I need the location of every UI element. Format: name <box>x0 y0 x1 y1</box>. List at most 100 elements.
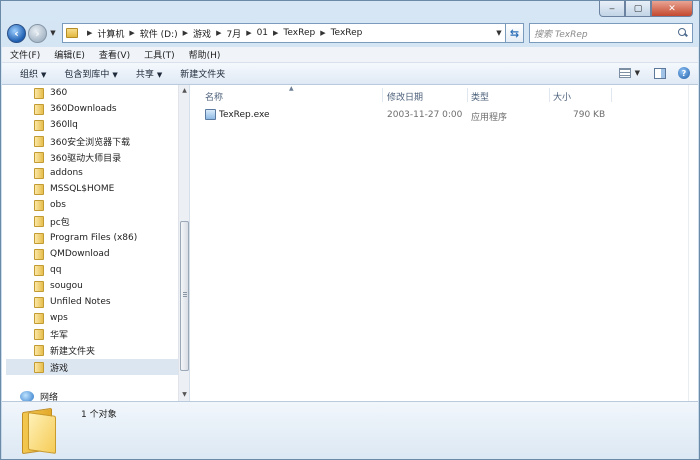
breadcrumb-01[interactable]: 01 <box>257 28 268 38</box>
tree-item-label: sougou <box>50 281 83 291</box>
tree-item-selected[interactable]: 游戏 <box>6 359 178 375</box>
back-button[interactable]: ‹ <box>7 23 26 43</box>
maximize-button[interactable]: ▢ <box>625 1 651 17</box>
menu-tools[interactable]: 工具(T) <box>144 48 175 61</box>
column-divider[interactable] <box>549 88 550 102</box>
recent-pages-dropdown[interactable]: ▼ <box>48 29 58 37</box>
column-header-type[interactable]: 类型 <box>471 90 489 103</box>
tree-item-label: 360Downloads <box>50 104 117 114</box>
refresh-button[interactable]: ⇆ <box>506 23 524 43</box>
chevron-right-icon[interactable]: ▶ <box>87 29 92 37</box>
address-dropdown[interactable]: ▼ <box>493 29 505 37</box>
tree-item-label: Program Files (x86) <box>50 233 138 243</box>
breadcrumb-texrep-current[interactable]: TexRep <box>331 28 363 38</box>
menu-view[interactable]: 查看(V) <box>99 48 130 61</box>
tree-item[interactable]: Unfiled Notes <box>34 294 111 310</box>
tree-item-network[interactable]: 网络 <box>20 388 58 401</box>
tree-item[interactable]: MSSQL$HOME <box>34 181 114 197</box>
scroll-down-icon[interactable]: ▼ <box>180 390 189 400</box>
tree-item[interactable]: obs <box>34 197 66 213</box>
nav-scrollbar[interactable]: ▲ ▼ <box>178 85 189 401</box>
tree-item[interactable]: Program Files (x86) <box>34 230 137 246</box>
tree-item-label: QMDownload <box>50 249 110 259</box>
sort-arrow-icon: ▲ <box>289 85 294 92</box>
tree-item[interactable]: wps <box>34 310 68 326</box>
chevron-right-icon[interactable]: ▶ <box>320 29 325 37</box>
breadcrumb-drive[interactable]: 软件 (D:) <box>140 27 178 40</box>
application-icon <box>205 109 216 120</box>
tree-item[interactable]: qq <box>34 262 61 278</box>
share-button[interactable]: 共享 ▼ <box>136 67 162 80</box>
breadcrumb-computer[interactable]: 计算机 <box>97 27 124 40</box>
tree-item[interactable]: 360 <box>34 85 67 101</box>
breadcrumb-texrep[interactable]: TexRep <box>283 28 315 38</box>
tree-item[interactable]: 360Downloads <box>34 101 117 117</box>
breadcrumb-july[interactable]: 7月 <box>226 27 241 40</box>
folder-icon <box>34 361 44 373</box>
tree-item-label: wps <box>50 313 68 323</box>
column-divider[interactable] <box>467 88 468 102</box>
chevron-down-icon: ▼ <box>156 71 163 79</box>
main-area: 360 360Downloads 360llq 360安全浏览器下载 360驱动… <box>2 85 698 401</box>
menu-help[interactable]: 帮助(H) <box>189 48 221 61</box>
forward-button[interactable]: › <box>28 23 47 43</box>
file-name[interactable]: TexRep.exe <box>219 110 270 120</box>
search-icon[interactable] <box>678 28 688 38</box>
tree-item[interactable]: pc包 <box>34 213 70 229</box>
column-header-name[interactable]: 名称 <box>205 90 223 103</box>
content-scrollbar[interactable] <box>688 85 698 401</box>
include-library-button[interactable]: 包含到库中 ▼ <box>64 67 117 80</box>
breadcrumb-games[interactable]: 游戏 <box>193 27 211 40</box>
folder-icon <box>34 167 44 179</box>
file-type: 应用程序 <box>471 113 508 123</box>
tree-item[interactable]: 360安全浏览器下载 <box>34 133 130 149</box>
chevron-right-icon[interactable]: ▶ <box>216 29 221 37</box>
chevron-right-icon[interactable]: ▶ <box>183 29 188 37</box>
tree-item[interactable]: QMDownload <box>34 246 110 262</box>
menu-file[interactable]: 文件(F) <box>10 48 40 61</box>
tree-item[interactable]: 360驱动大师目录 <box>34 149 121 165</box>
explorer-window: ‒ ▢ ✕ ‹ › ▼ ▶ 计算机 ▶ 软件 (D:) ▶ 游戏 ▶ 7月 ▶ … <box>0 0 700 460</box>
navigation-pane: 360 360Downloads 360llq 360安全浏览器下载 360驱动… <box>2 85 190 401</box>
help-icon[interactable]: ? <box>678 67 690 79</box>
tree-item-label: addons <box>50 168 83 178</box>
column-divider[interactable] <box>382 88 383 102</box>
minimize-button[interactable]: ‒ <box>599 1 625 17</box>
tree-item[interactable]: 华军 <box>34 326 68 342</box>
file-size: 790 KB <box>573 110 606 120</box>
folder-icon <box>34 151 44 163</box>
menu-edit[interactable]: 编辑(E) <box>54 48 85 61</box>
tree-item-label: pc包 <box>50 217 70 228</box>
tree-item-label: qq <box>50 265 62 275</box>
tree-item-label: 游戏 <box>50 363 69 374</box>
column-header-modified[interactable]: 修改日期 <box>387 90 423 103</box>
folder-icon <box>34 296 44 308</box>
view-details-icon[interactable] <box>618 68 631 78</box>
preview-pane-icon[interactable] <box>654 67 666 79</box>
column-header-size[interactable]: 大小 <box>553 90 571 103</box>
tree-item[interactable]: sougou <box>34 278 83 294</box>
search-box[interactable]: 搜索 TexRep <box>529 23 693 43</box>
chevron-down-icon[interactable]: ▼ <box>635 69 640 77</box>
organize-button[interactable]: 组织 ▼ <box>20 67 46 80</box>
chevron-down-icon: ▼ <box>41 71 47 79</box>
tree-item[interactable]: 360llq <box>34 117 78 133</box>
folder-icon <box>34 248 44 260</box>
column-divider[interactable] <box>611 88 612 102</box>
close-button[interactable]: ✕ <box>651 1 693 17</box>
new-folder-button[interactable]: 新建文件夹 <box>180 67 225 80</box>
scroll-thumb[interactable] <box>180 221 189 371</box>
tree-item-label: 360 <box>50 88 68 98</box>
include-library-label: 包含到库中 <box>64 70 110 80</box>
search-placeholder: 搜索 TexRep <box>534 29 588 40</box>
folder-icon <box>34 183 44 195</box>
tree-item[interactable]: 新建文件夹 <box>34 342 95 358</box>
folder-icon <box>34 135 44 147</box>
chevron-right-icon[interactable]: ▶ <box>246 29 251 37</box>
scroll-up-icon[interactable]: ▲ <box>180 86 189 96</box>
chevron-right-icon[interactable]: ▶ <box>273 29 278 37</box>
folder-icon <box>34 312 44 324</box>
tree-item[interactable]: addons <box>34 165 83 181</box>
chevron-right-icon[interactable]: ▶ <box>129 29 134 37</box>
address-bar[interactable]: ▶ 计算机 ▶ 软件 (D:) ▶ 游戏 ▶ 7月 ▶ 01 ▶ TexRep … <box>62 23 506 43</box>
